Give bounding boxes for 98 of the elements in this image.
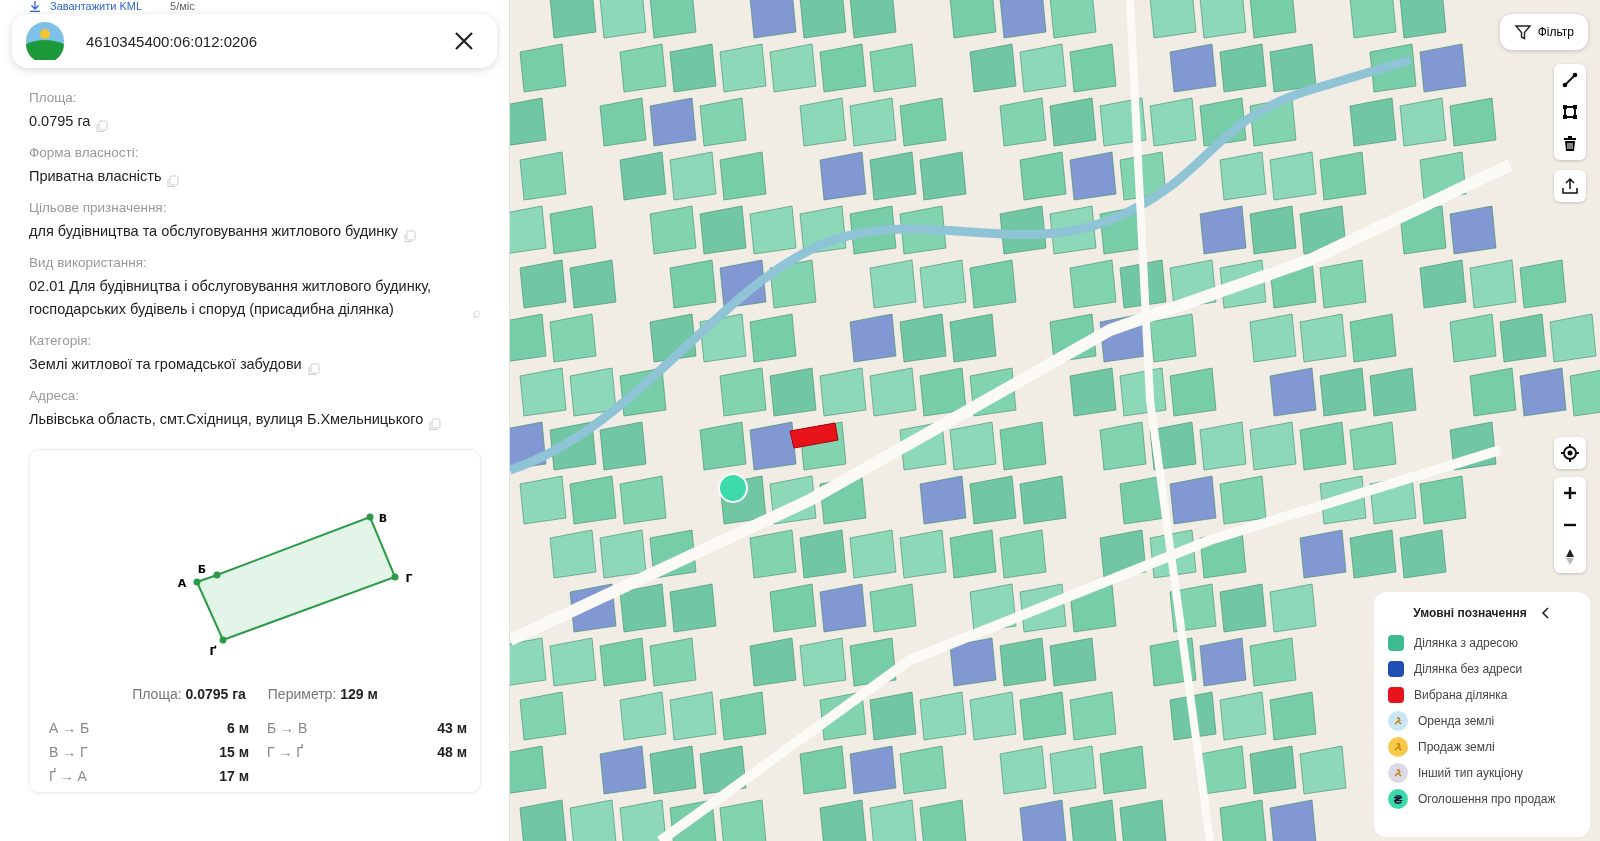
- edge-length-label: 6 м: [226, 720, 249, 736]
- legend-label: Ділянка з адресою: [1414, 636, 1519, 650]
- land-parcel[interactable]: [1519, 367, 1567, 417]
- map-marker-icon[interactable]: [718, 473, 748, 503]
- land-parcel[interactable]: [1119, 259, 1167, 309]
- legend-label: Вибрана ділянка: [1414, 688, 1508, 702]
- field-label: Цільове призначення:: [29, 200, 168, 215]
- land-parcel[interactable]: [1299, 205, 1347, 255]
- land-parcel[interactable]: [619, 583, 667, 633]
- land-parcel[interactable]: [849, 313, 897, 363]
- land-parcel[interactable]: [1199, 205, 1247, 255]
- copy-icon[interactable]: [429, 418, 442, 431]
- land-parcel[interactable]: [699, 745, 747, 795]
- land-parcel[interactable]: [1069, 151, 1117, 201]
- field-value: для будівництва та обслуговування житлового будинку: [29, 222, 399, 241]
- land-parcel[interactable]: [1299, 529, 1347, 579]
- vertex-label: Б: [197, 563, 207, 576]
- locate-icon: [1560, 443, 1580, 463]
- field-value: 0.0795 га: [29, 112, 91, 131]
- land-parcel[interactable]: [749, 0, 797, 39]
- plus-icon: [1563, 486, 1577, 500]
- vertex-point: [391, 573, 399, 581]
- upload-icon: [1561, 177, 1579, 195]
- land-parcel[interactable]: [919, 475, 967, 525]
- download-quota: 5/міс: [170, 0, 195, 12]
- vertex-label: Г: [405, 572, 413, 585]
- land-parcel[interactable]: [819, 151, 867, 201]
- field-label: Площа:: [29, 90, 78, 105]
- edge-label: Б → В: [267, 720, 308, 736]
- land-parcel[interactable]: [749, 421, 797, 471]
- line-tool-icon: [1562, 72, 1578, 88]
- legend-label: Оренда землі: [1418, 714, 1495, 728]
- legend-label: Оголошення про продаж: [1418, 792, 1556, 806]
- app-logo-icon: [26, 22, 64, 60]
- field-label: Вид використання:: [29, 255, 148, 270]
- trash-icon: [1563, 136, 1577, 152]
- perimeter-summary: Периметр: 129 м: [267, 686, 378, 702]
- vertex-point: [193, 578, 201, 586]
- land-parcel[interactable]: [819, 583, 867, 633]
- land-parcel[interactable]: [649, 97, 697, 147]
- vertex-label: В: [378, 512, 388, 525]
- filter-icon: [1513, 23, 1532, 41]
- field-label: Адреса:: [29, 388, 80, 403]
- edge-label: А → Б: [49, 720, 90, 736]
- area-summary: Площа: 0.0795 га: [132, 686, 246, 702]
- edge-label: Ґ → А: [49, 768, 87, 784]
- selected-parcel[interactable]: [789, 422, 839, 449]
- land-parcel[interactable]: [1169, 43, 1217, 93]
- vertex-label: А: [177, 577, 187, 590]
- land-parcel[interactable]: [949, 637, 997, 687]
- land-parcel[interactable]: [1019, 799, 1067, 841]
- field-value: Приватна власність: [29, 167, 162, 186]
- edge-length-label: 48 м: [437, 744, 467, 760]
- copy-icon[interactable]: [307, 363, 320, 376]
- field-value: Львівська область, смт.Східниця, вулиця Б.Хмельницького: [29, 410, 424, 429]
- land-parcel[interactable]: [1269, 799, 1317, 841]
- copy-icon[interactable]: [473, 308, 480, 321]
- vertex-point: [366, 513, 374, 521]
- legend-label: Інший тип аукціону: [1418, 766, 1523, 780]
- edge-length-label: 15 м: [219, 744, 249, 760]
- field-value: Землі житлової та громадської забудови: [29, 355, 302, 374]
- field-label: Категорія:: [29, 333, 93, 348]
- edge-label: В → Г: [49, 744, 88, 760]
- vertex-label: Ґ: [209, 645, 217, 658]
- copy-icon[interactable]: [96, 120, 109, 133]
- edge-length-label: 17 м: [219, 768, 249, 784]
- legend-label: Продаж землі: [1418, 740, 1495, 754]
- copy-icon[interactable]: [404, 230, 417, 243]
- edge-label: Г → Ґ: [267, 744, 304, 760]
- vertex-point: [219, 636, 227, 644]
- land-parcel[interactable]: [1269, 367, 1317, 417]
- download-kml-link[interactable]: Завантажити KML: [50, 0, 143, 12]
- filter-button[interactable]: Фільтр: [1499, 14, 1588, 50]
- legend-glyph: ₴: [1388, 789, 1408, 809]
- compass-icon: [1565, 548, 1575, 566]
- edge-length-label: 43 м: [437, 720, 467, 736]
- land-parcel[interactable]: [1449, 421, 1497, 471]
- land-parcel[interactable]: [1169, 691, 1217, 741]
- land-parcel[interactable]: [1149, 421, 1197, 471]
- land-parcel[interactable]: [1419, 43, 1467, 93]
- land-parcel[interactable]: [1099, 313, 1147, 363]
- polygon-tool-icon: [1562, 104, 1578, 120]
- land-parcel[interactable]: [719, 259, 767, 309]
- land-parcel[interactable]: [1169, 475, 1217, 525]
- land-parcel[interactable]: [999, 0, 1047, 39]
- field-value: 02.01 Для будівництва і обслуговування житлового будинку, господарських будівель і споруд (присадибна ділянка): [29, 277, 433, 319]
- download-icon[interactable]: [30, 0, 40, 12]
- legend-title: Умовні позначення: [1413, 606, 1527, 620]
- copy-icon[interactable]: [167, 175, 180, 188]
- cadastral-number: 4610345400:06:012:0206: [86, 32, 258, 50]
- field-label: Форма власності:: [29, 145, 140, 160]
- land-parcel[interactable]: [849, 745, 897, 795]
- land-parcel[interactable]: [1199, 637, 1247, 687]
- legend-label: Ділянка без адреси: [1414, 662, 1523, 676]
- vertex-point: [213, 571, 221, 579]
- land-parcel[interactable]: [1449, 205, 1497, 255]
- land-parcel[interactable]: [569, 583, 617, 633]
- land-parcel[interactable]: [599, 745, 647, 795]
